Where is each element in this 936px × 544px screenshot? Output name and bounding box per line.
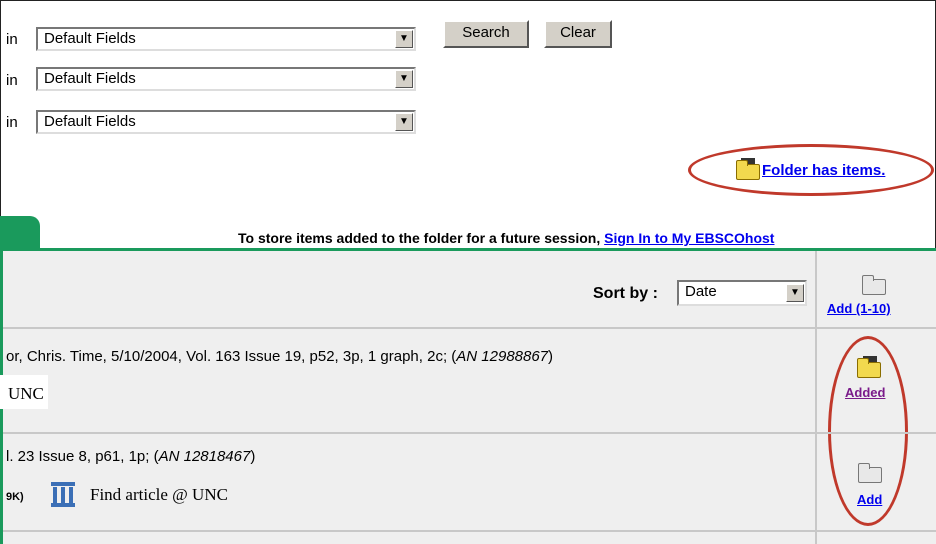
sort-by-value: Date <box>685 283 717 300</box>
result-1-added-link[interactable]: Added <box>845 385 885 400</box>
row-divider <box>3 432 936 434</box>
search-button[interactable]: Search <box>443 20 529 48</box>
search-row-1-field-value: Default Fields <box>44 30 136 47</box>
chevron-down-icon[interactable]: ▼ <box>786 284 804 302</box>
folder-session-notice-text: To store items added to the folder for a… <box>238 230 601 246</box>
result-2-accession-number: AN 12818467 <box>158 448 251 465</box>
search-row-3-field-select[interactable]: Default Fields ▼ <box>36 110 416 134</box>
sort-by-label: Sort by : <box>593 285 658 302</box>
add-range-link[interactable]: Add (1-10) <box>827 301 891 316</box>
result-1-accession-number: AN 12988867 <box>456 348 549 365</box>
chevron-down-icon[interactable]: ▼ <box>395 70 413 88</box>
result-2-file-size: 9K) <box>6 491 24 503</box>
result-1-holding-text: UNC <box>8 384 44 403</box>
column-divider <box>815 251 817 544</box>
results-tab[interactable] <box>0 216 40 250</box>
chevron-down-icon[interactable]: ▼ <box>395 113 413 131</box>
folder-with-items-icon[interactable] <box>736 158 762 180</box>
result-1-citation-end: ) <box>548 348 554 365</box>
sign-in-link[interactable]: Sign In to My EBSCOhost <box>604 230 774 246</box>
search-row-2-in-label: in <box>6 72 18 89</box>
result-2-citation-text: l. 23 Issue 8, p61, 1p; ( <box>6 448 159 465</box>
search-row-1-in-label: in <box>6 31 18 48</box>
folder-session-notice: To store items added to the folder for a… <box>238 230 774 246</box>
search-row-3-field-value: Default Fields <box>44 113 136 130</box>
university-building-icon[interactable] <box>50 480 76 508</box>
result-2-citation-end: ) <box>250 448 256 465</box>
sort-by-select[interactable]: Date ▼ <box>677 280 807 306</box>
search-row-1-field-select[interactable]: Default Fields ▼ <box>36 27 416 51</box>
result-1-citation: or, Chris. Time, 5/10/2004, Vol. 163 Iss… <box>6 348 553 365</box>
result-2-citation: l. 23 Issue 8, p61, 1p; (AN 12818467) <box>6 448 255 465</box>
result-1-citation-text: or, Chris. Time, 5/10/2004, Vol. 163 Iss… <box>6 348 457 365</box>
chevron-down-icon[interactable]: ▼ <box>395 30 413 48</box>
search-row-3-in-label: in <box>6 114 18 131</box>
yellow-folder-icon <box>857 358 881 378</box>
search-row-2-field-select[interactable]: Default Fields ▼ <box>36 67 416 91</box>
result-2-add-link[interactable]: Add <box>857 492 882 507</box>
result-2-find-article-link[interactable]: Find article @ UNC <box>90 485 228 505</box>
folder-icon[interactable] <box>858 463 882 483</box>
folder-with-items-icon[interactable] <box>857 356 883 378</box>
row-divider <box>3 327 936 329</box>
folder-has-items-link[interactable]: Folder has items. <box>762 162 885 179</box>
yellow-folder-icon <box>736 160 760 180</box>
search-row-2-field-value: Default Fields <box>44 70 136 87</box>
folder-icon[interactable] <box>862 275 886 295</box>
row-divider <box>3 530 936 532</box>
clear-button[interactable]: Clear <box>544 20 612 48</box>
